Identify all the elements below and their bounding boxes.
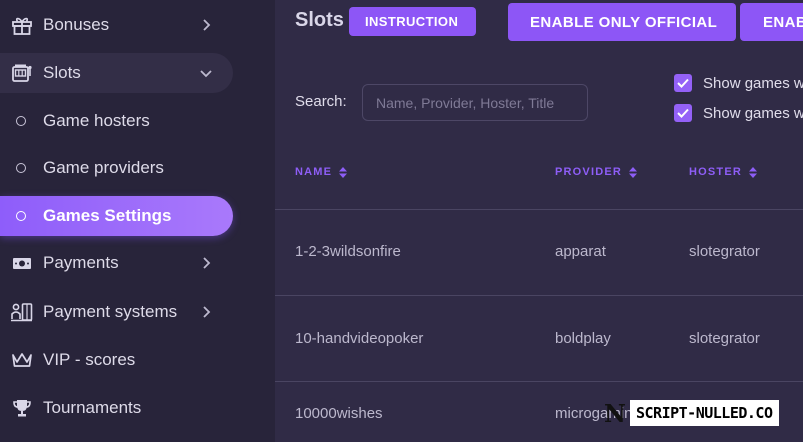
sidebar-item-label: Games Settings	[43, 206, 172, 225]
sort-icon	[629, 166, 638, 178]
divider	[275, 209, 803, 210]
checkbox-checked[interactable]	[674, 104, 692, 122]
search-label: Search:	[295, 93, 347, 110]
watermark: N SCRIPT-NULLED.CO	[600, 392, 800, 434]
column-header-name[interactable]: NAME	[295, 166, 348, 178]
sidebar: Bonuses Slots Game hosters Game provider…	[0, 0, 275, 442]
sidebar-item-label: Slots	[43, 63, 81, 82]
sidebar-item-game-providers[interactable]: Game providers	[0, 148, 233, 188]
filter-checkbox-row[interactable]: Show games w	[674, 103, 803, 123]
column-header-provider[interactable]: PROVIDER	[555, 166, 638, 178]
cell-name: 10-handvideopoker	[295, 330, 424, 347]
sidebar-item-label: Payments	[43, 253, 119, 272]
sidebar-item-label: Payment systems	[43, 302, 178, 321]
sort-icon	[749, 166, 758, 178]
checkmark-icon	[677, 78, 689, 88]
cell-name: 10000wishes	[295, 405, 383, 422]
watermark-text: SCRIPT-NULLED.CO	[630, 400, 779, 426]
page-title: Slots	[295, 9, 344, 31]
chevron-right-icon	[203, 306, 211, 318]
circle-icon	[16, 163, 26, 173]
sidebar-item-label: VIP - scores	[43, 350, 136, 369]
column-header-label: NAME	[295, 166, 333, 178]
divider	[275, 381, 803, 382]
banknote-icon	[13, 258, 31, 269]
sidebar-item-games-settings[interactable]: Games Settings	[0, 196, 233, 236]
gift-icon	[12, 17, 32, 35]
slot-machine-icon	[12, 64, 32, 82]
crown-icon	[12, 353, 32, 367]
sidebar-item-label: Bonuses	[43, 15, 110, 34]
enable-button[interactable]: ENAB	[740, 3, 803, 41]
enable-only-official-button[interactable]: ENABLE ONLY OFFICIAL	[508, 3, 736, 41]
sidebar-item-payments[interactable]: Payments	[0, 243, 233, 283]
search-input[interactable]	[362, 84, 588, 121]
column-header-hoster[interactable]: HOSTER	[689, 166, 758, 178]
sidebar-item-bonuses[interactable]: Bonuses	[0, 5, 233, 45]
cell-hoster: slotegrator	[689, 243, 760, 260]
column-header-label: PROVIDER	[555, 166, 623, 178]
divider	[275, 295, 803, 296]
column-header-label: HOSTER	[689, 166, 743, 178]
sidebar-item-label: Tournaments	[43, 398, 142, 417]
cell-hoster: slotegrator	[689, 330, 760, 347]
checkbox-checked[interactable]	[674, 74, 692, 92]
cell-provider: apparat	[555, 243, 606, 260]
chevron-right-icon	[203, 19, 211, 31]
sidebar-item-label: Game providers	[43, 158, 164, 177]
sidebar-item-payment-systems[interactable]: Payment systems	[0, 292, 233, 332]
filter-checkbox-row[interactable]: Show games w	[674, 73, 803, 93]
cell-provider: boldplay	[555, 330, 611, 347]
cell-name: 1-2-3wildsonfire	[295, 243, 401, 260]
filter-label: Show games w	[703, 74, 803, 92]
sort-icon	[339, 166, 348, 178]
sidebar-item-label: Game hosters	[43, 111, 150, 130]
circle-icon	[16, 211, 26, 221]
instruction-button[interactable]: INSTRUCTION	[349, 7, 476, 36]
trophy-icon	[13, 400, 31, 417]
chevron-right-icon	[203, 257, 211, 269]
sidebar-item-game-hosters[interactable]: Game hosters	[0, 101, 233, 141]
filter-label: Show games w	[703, 104, 803, 122]
watermark-logo: N	[604, 398, 626, 428]
chevron-down-icon	[200, 70, 212, 78]
payment-systems-icon	[11, 303, 33, 322]
sidebar-item-slots[interactable]: Slots	[0, 53, 233, 93]
circle-icon	[16, 116, 26, 126]
sidebar-item-vip-scores[interactable]: VIP - scores	[0, 340, 233, 380]
checkmark-icon	[677, 108, 689, 118]
sidebar-item-tournaments[interactable]: Tournaments	[0, 388, 233, 428]
